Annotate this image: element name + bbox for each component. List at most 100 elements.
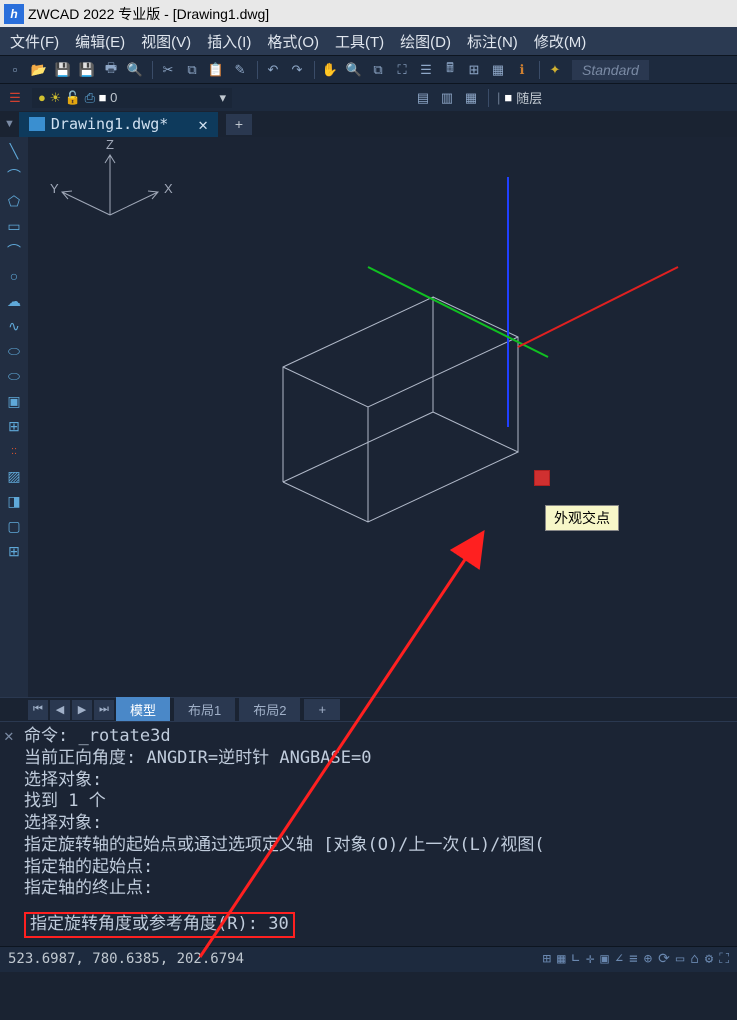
menu-insert[interactable]: 插入(I) bbox=[199, 27, 259, 56]
pan-icon[interactable]: ✋ bbox=[319, 59, 341, 81]
coordinate-readout: 523.6987, 780.6385, 202.6794 bbox=[8, 951, 244, 967]
ucs-icon: Z X Y bbox=[40, 137, 190, 247]
cycle-toggle-icon[interactable]: ⟳ bbox=[658, 951, 670, 967]
layer-name: 0 bbox=[110, 90, 117, 105]
ortho-toggle-icon[interactable]: ∟ bbox=[572, 951, 580, 967]
palette-icon[interactable]: ▦ bbox=[487, 59, 509, 81]
tab-prev-icon[interactable]: ◀ bbox=[50, 700, 70, 720]
copy-icon[interactable]: ⧉ bbox=[181, 59, 203, 81]
layer-manager-icon[interactable]: ☰ bbox=[4, 87, 26, 109]
command-value: 30 bbox=[268, 914, 288, 934]
command-input[interactable]: 指定旋转角度或参考角度(R): 30 bbox=[24, 912, 295, 938]
osnap-toggle-icon[interactable]: ▣ bbox=[600, 951, 608, 967]
dyn-toggle-icon[interactable]: ⊕ bbox=[644, 951, 652, 967]
layer-combo[interactable]: ● ☀ 🔓 ⎙ ■ 0 ▾ bbox=[32, 88, 232, 108]
workspace-switch-icon[interactable]: ⚙ bbox=[705, 951, 713, 967]
polygon-icon[interactable]: ⬠ bbox=[4, 191, 24, 211]
menu-edit[interactable]: 编辑(E) bbox=[67, 27, 133, 56]
table-icon[interactable]: ⊞ bbox=[4, 541, 24, 561]
menu-format[interactable]: 格式(O) bbox=[259, 27, 327, 56]
help-icon[interactable]: ℹ bbox=[511, 59, 533, 81]
dim-style-icon[interactable]: ✦ bbox=[544, 59, 566, 81]
tab-first-icon[interactable]: ⏮ bbox=[28, 700, 48, 720]
arc-icon[interactable]: ⌒ bbox=[4, 166, 24, 186]
cmd-line: 选择对象: bbox=[24, 813, 727, 835]
arc2-icon[interactable]: ⌒ bbox=[4, 241, 24, 261]
divider-pipe: | bbox=[497, 90, 500, 105]
calc-icon[interactable]: 🖩 bbox=[439, 59, 461, 81]
menu-file[interactable]: 文件(F) bbox=[2, 27, 67, 56]
tab-last-icon[interactable]: ⏭ bbox=[94, 700, 114, 720]
menu-bar: 文件(F) 编辑(E) 视图(V) 插入(I) 格式(O) 工具(T) 绘图(D… bbox=[0, 27, 737, 55]
polar-toggle-icon[interactable]: ✛ bbox=[586, 951, 594, 967]
close-panel-icon[interactable]: ✕ bbox=[4, 726, 14, 746]
paste-icon[interactable]: 📋 bbox=[205, 59, 227, 81]
dwg-file-icon bbox=[29, 117, 45, 131]
new-icon[interactable]: ▫ bbox=[4, 59, 26, 81]
design-center-icon[interactable]: ⊞ bbox=[463, 59, 485, 81]
close-tab-icon[interactable]: ✕ bbox=[198, 115, 208, 134]
saveas-icon[interactable]: 💾 bbox=[76, 59, 98, 81]
insert-block-icon[interactable]: ▣ bbox=[4, 391, 24, 411]
line-icon[interactable]: ╲ bbox=[4, 141, 24, 161]
cut-icon[interactable]: ✂ bbox=[157, 59, 179, 81]
layer-prev-icon[interactable]: ▤ bbox=[412, 87, 434, 109]
tab-layout2[interactable]: 布局2 bbox=[239, 697, 300, 722]
tab-layout1[interactable]: 布局1 bbox=[174, 697, 235, 722]
undo-icon[interactable]: ↶ bbox=[262, 59, 284, 81]
tab-model[interactable]: 模型 bbox=[116, 697, 170, 722]
status-toggles: ⊞ ▦ ∟ ✛ ▣ ∠ ≡ ⊕ ⟳ ▭ ⌂ ⚙ ⛶ bbox=[543, 951, 729, 967]
zoom-win-icon[interactable]: ⧉ bbox=[367, 59, 389, 81]
drawing-viewport[interactable]: 外观交点 Z X Y bbox=[28, 137, 737, 697]
lock-icon: 🔓 bbox=[65, 90, 81, 106]
zoom-icon[interactable]: 🔍 bbox=[343, 59, 365, 81]
props-icon[interactable]: ☰ bbox=[415, 59, 437, 81]
match-icon[interactable]: ✎ bbox=[229, 59, 251, 81]
model-toggle-icon[interactable]: ▭ bbox=[676, 951, 684, 967]
menu-draw[interactable]: 绘图(D) bbox=[392, 27, 459, 56]
bylayer-label[interactable]: 随层 bbox=[516, 88, 542, 107]
revcloud-icon[interactable]: ☁ bbox=[4, 291, 24, 311]
layer-off-icon[interactable]: ▦ bbox=[460, 87, 482, 109]
layer-iso-icon[interactable]: ▥ bbox=[436, 87, 458, 109]
tab-next-icon[interactable]: ▶ bbox=[72, 700, 92, 720]
cmd-line: 命令: _rotate3d bbox=[24, 726, 727, 748]
annoscale-icon[interactable]: ⌂ bbox=[690, 951, 698, 967]
cmd-line: 选择对象: bbox=[24, 770, 727, 792]
new-tab-button[interactable]: + bbox=[226, 114, 252, 135]
print-icon[interactable]: 🖶 bbox=[100, 59, 122, 81]
snap-toggle-icon[interactable]: ⊞ bbox=[543, 951, 551, 967]
spline-icon[interactable]: ∿ bbox=[4, 316, 24, 336]
menu-tool[interactable]: 工具(T) bbox=[327, 27, 392, 56]
ellipse-icon[interactable]: ⬭ bbox=[4, 341, 24, 361]
gradient-icon[interactable]: ◨ bbox=[4, 491, 24, 511]
toolbar-separator bbox=[314, 61, 315, 79]
tab-add-layout[interactable]: + bbox=[304, 699, 340, 720]
clean-screen-icon[interactable]: ⛶ bbox=[719, 951, 729, 967]
style-combo[interactable]: Standard bbox=[572, 60, 649, 80]
menu-view[interactable]: 视图(V) bbox=[133, 27, 199, 56]
grid-toggle-icon[interactable]: ▦ bbox=[557, 951, 565, 967]
zoom-ext-icon[interactable]: ⛶ bbox=[391, 59, 413, 81]
osnap-marker-icon bbox=[534, 470, 550, 486]
region-icon[interactable]: ▢ bbox=[4, 516, 24, 536]
document-tab-active[interactable]: Drawing1.dwg* ✕ bbox=[19, 112, 218, 137]
ellipse-arc-icon[interactable]: ⬭ bbox=[4, 366, 24, 386]
osnap-tooltip: 外观交点 bbox=[545, 505, 619, 531]
otrack-toggle-icon[interactable]: ∠ bbox=[615, 951, 623, 967]
toolbar-standard: ▫ 📂 💾 💾 🖶 🔍 ✂ ⧉ 📋 ✎ ↶ ↷ ✋ 🔍 ⧉ ⛶ ☰ 🖩 ⊞ ▦ … bbox=[0, 55, 737, 83]
circle-icon[interactable]: ○ bbox=[4, 266, 24, 286]
make-block-icon[interactable]: ⊞ bbox=[4, 416, 24, 436]
color-swatch-icon: ■ bbox=[99, 90, 107, 105]
tab-arrow-icon[interactable]: ▼ bbox=[4, 118, 15, 130]
save-icon[interactable]: 💾 bbox=[52, 59, 74, 81]
hatch-icon[interactable]: ▨ bbox=[4, 466, 24, 486]
point-icon[interactable]: :: bbox=[4, 441, 24, 461]
menu-dim[interactable]: 标注(N) bbox=[459, 27, 526, 56]
menu-modify[interactable]: 修改(M) bbox=[526, 27, 595, 56]
preview-icon[interactable]: 🔍 bbox=[124, 59, 146, 81]
open-icon[interactable]: 📂 bbox=[28, 59, 50, 81]
redo-icon[interactable]: ↷ bbox=[286, 59, 308, 81]
lwt-toggle-icon[interactable]: ≡ bbox=[629, 951, 637, 967]
rect-icon[interactable]: ▭ bbox=[4, 216, 24, 236]
